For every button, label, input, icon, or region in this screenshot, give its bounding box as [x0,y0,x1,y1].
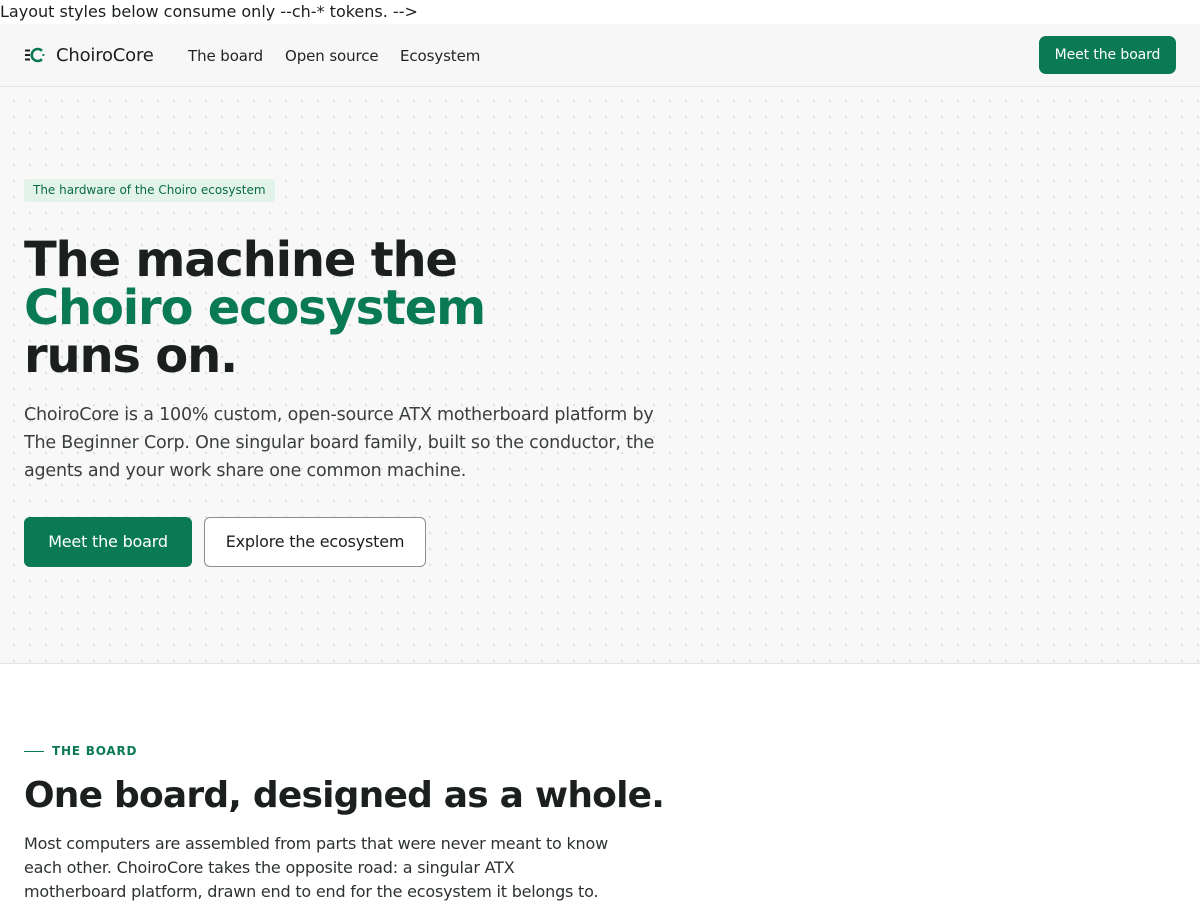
hero-title-line-3: runs on. [24,328,238,384]
brand-name[interactable]: ChoiroCore [56,44,154,68]
meet-the-board-button[interactable]: Meet the board [24,517,192,567]
section-eyebrow: THE BOARD [52,744,138,758]
section-title: One board, designed as a whole. [24,775,665,816]
eyebrow-divider-line [24,751,44,752]
nav-link-ecosystem[interactable]: Ecosystem [400,45,480,67]
hero-title-accent-line: Choiro ecosystem [24,280,486,336]
explore-ecosystem-button[interactable]: Explore the ecosystem [204,517,426,567]
section-body-text: Most computers are assembled from parts … [24,834,608,901]
top-navigation-bar: ChoiroCore The board Open source Ecosyst… [0,24,1200,87]
nav-link-open-source[interactable]: Open source [285,45,379,67]
nav-meet-the-board-button[interactable]: Meet the board [1039,36,1176,74]
hero-title: The machine the Choiro ecosystem runs on… [24,236,724,380]
stray-comment-text: Layout styles below consume only --ch-* … [0,0,1200,24]
hero-section: The hardware of the Choiro ecosystem The… [0,87,1200,664]
choirocore-logo-icon[interactable] [25,47,45,63]
nav-link-the-board[interactable]: The board [188,45,263,67]
hero-eyebrow-badge: The hardware of the Choiro ecosystem [24,179,275,202]
hero-title-line-1: The machine the [24,232,458,288]
hero-subtitle: ChoiroCore is a 100% custom, open-source… [24,405,655,481]
board-section: THE BOARD One board, designed as a whole… [0,664,1200,901]
